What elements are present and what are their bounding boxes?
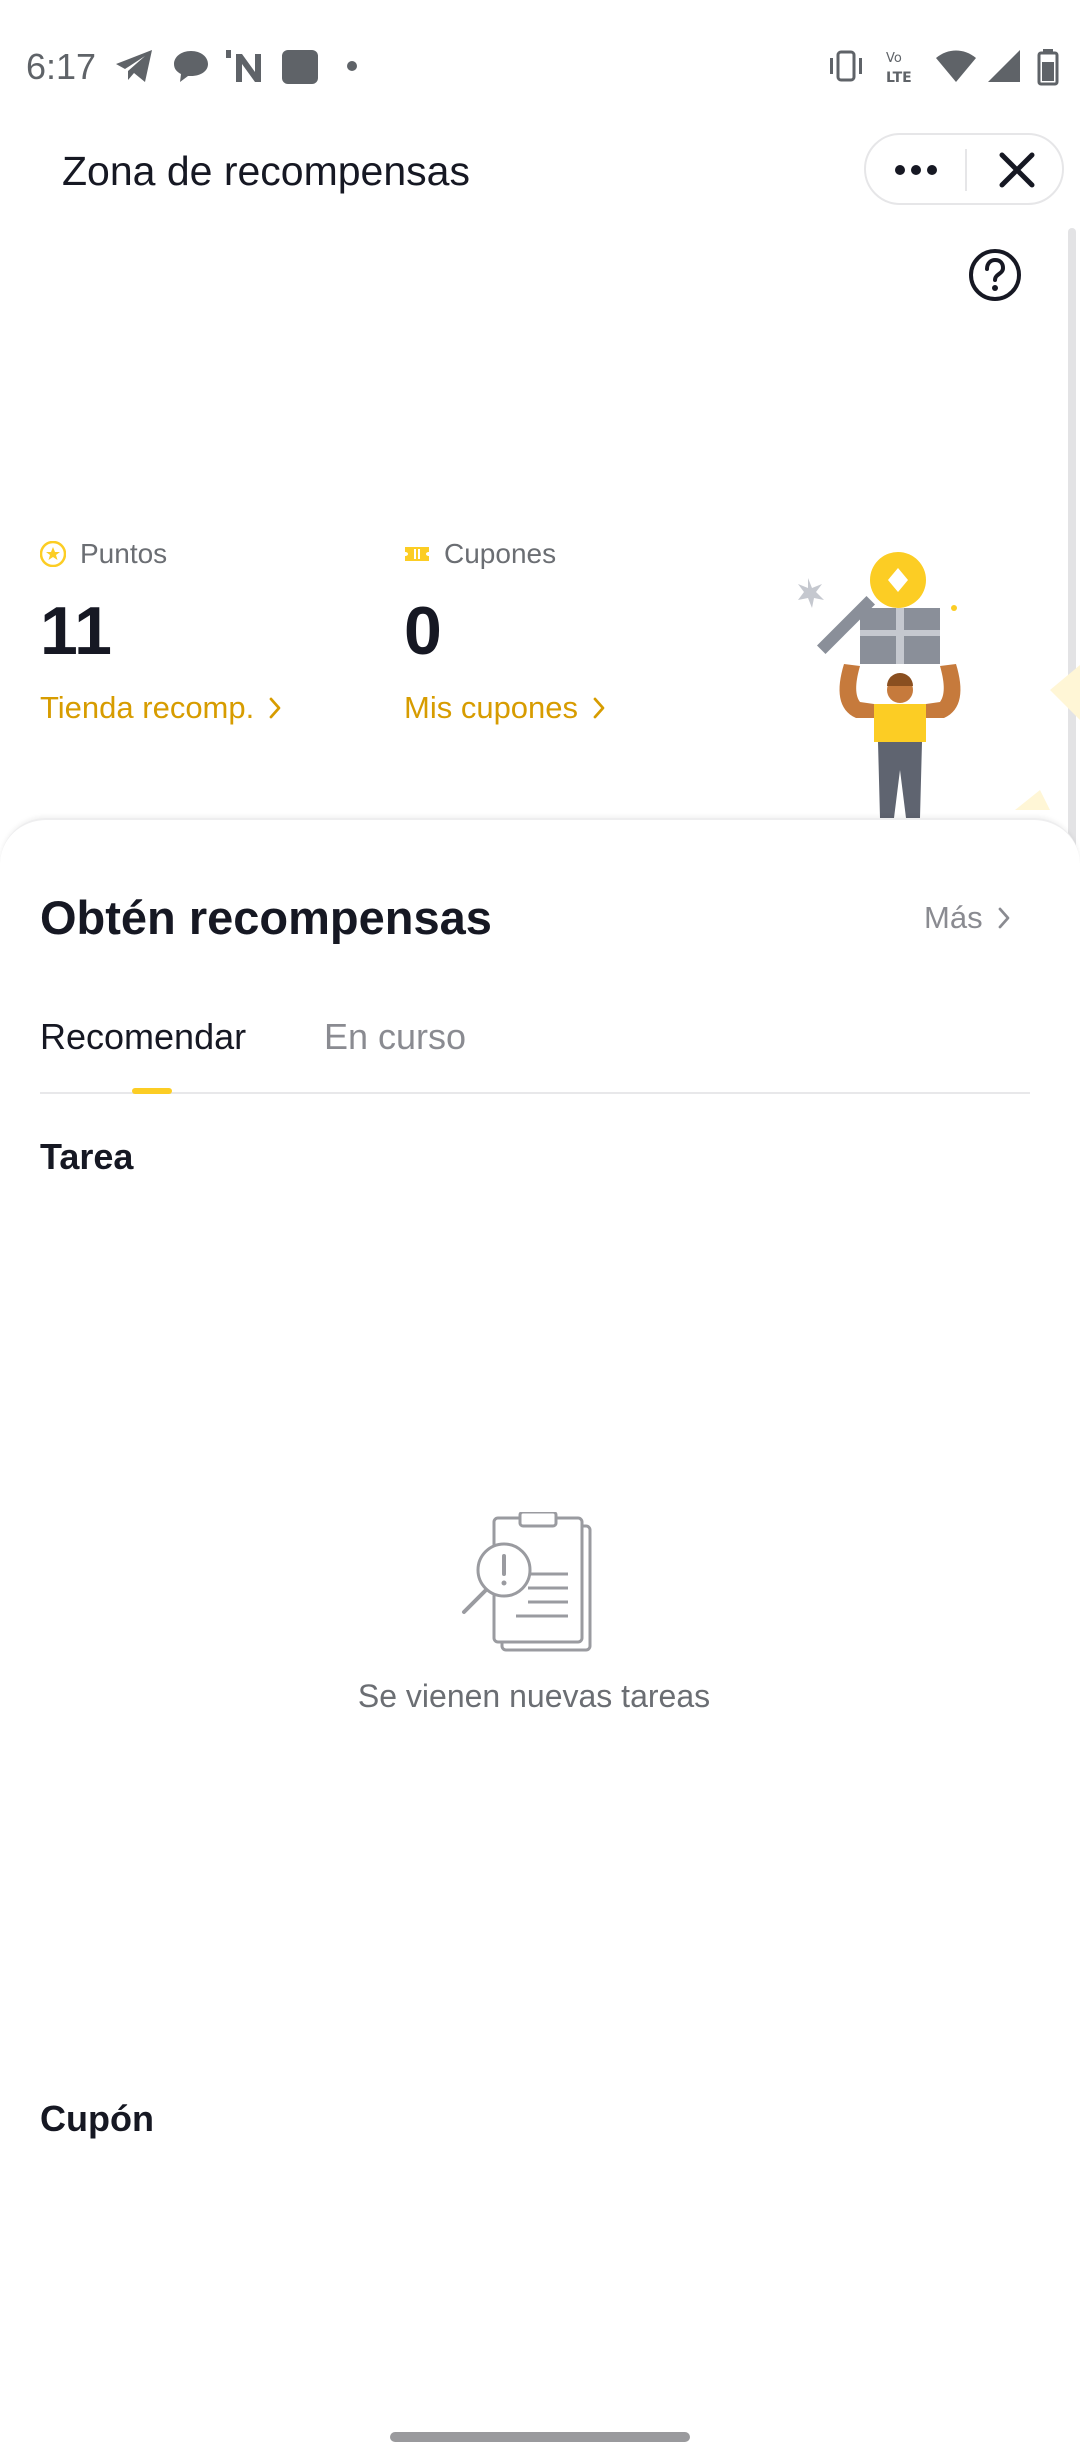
- points-star-icon: [40, 541, 66, 567]
- chevron-right-icon: [998, 907, 1009, 929]
- coupons-label: Cupones: [444, 538, 557, 569]
- coupon-ticket-icon: [405, 547, 429, 561]
- svg-text:LTE: LTE: [886, 70, 912, 86]
- my-coupons-label: Mis cupones: [404, 690, 579, 725]
- coupons-summary: Cupones 0 Mis cupones: [404, 538, 606, 726]
- status-bar: 6:17 Vo LTE: [0, 0, 1080, 130]
- rewards-store-link[interactable]: Tienda recomp.: [40, 690, 282, 726]
- points-summary: Puntos 11 Tienda recomp.: [40, 538, 282, 726]
- tab-en-curso[interactable]: En curso: [324, 1016, 466, 1058]
- rewards-title: Obtén recompensas: [40, 891, 492, 944]
- home-indicator[interactable]: [390, 2432, 690, 2442]
- chevron-right-icon: [593, 697, 605, 719]
- coupons-value: 0: [404, 593, 442, 669]
- more-icon[interactable]: [894, 155, 938, 185]
- help-icon[interactable]: [968, 248, 1022, 302]
- more-rewards-label: Más: [924, 900, 983, 935]
- empty-tasks-icon: [462, 1512, 592, 1652]
- dot-icon: [347, 61, 357, 71]
- rewards-store-label: Tienda recomp.: [40, 690, 255, 725]
- chat-bubble-icon: [174, 51, 208, 82]
- n-app-icon: [226, 50, 261, 82]
- more-rewards-link[interactable]: Más: [924, 900, 1011, 936]
- chevron-right-icon: [269, 697, 281, 719]
- menu-capsule: [864, 133, 1064, 205]
- close-icon[interactable]: [996, 149, 1038, 191]
- vibrate-icon: [830, 50, 862, 82]
- task-section-title: Tarea: [40, 1136, 134, 1177]
- capsule-divider: [965, 149, 967, 191]
- app-square-icon: [282, 50, 318, 84]
- wifi-icon: [936, 50, 976, 82]
- my-coupons-link[interactable]: Mis cupones: [404, 690, 606, 726]
- battery-icon: [1037, 49, 1059, 86]
- empty-tasks-text: Se vienen nuevas tareas: [357, 1678, 711, 1714]
- svg-text:Vo: Vo: [886, 51, 902, 66]
- tab-recomendar[interactable]: Recomendar: [40, 1016, 246, 1058]
- tab-active-indicator: [132, 1088, 172, 1094]
- coupon-section-title: Cupón: [40, 2098, 154, 2139]
- header: Zona de recompensas: [0, 130, 1080, 230]
- page-title: Zona de recompensas: [62, 148, 470, 194]
- rewards-illustration: [798, 552, 1080, 818]
- telegram-icon: [116, 50, 152, 82]
- volte-icon: Vo LTE: [886, 51, 912, 86]
- points-value: 11: [40, 593, 112, 669]
- status-time: 6:17: [26, 46, 97, 87]
- signal-icon: [988, 50, 1020, 82]
- points-label: Puntos: [80, 538, 168, 569]
- rewards-tabs: Recomendar En curso: [40, 1016, 1030, 1094]
